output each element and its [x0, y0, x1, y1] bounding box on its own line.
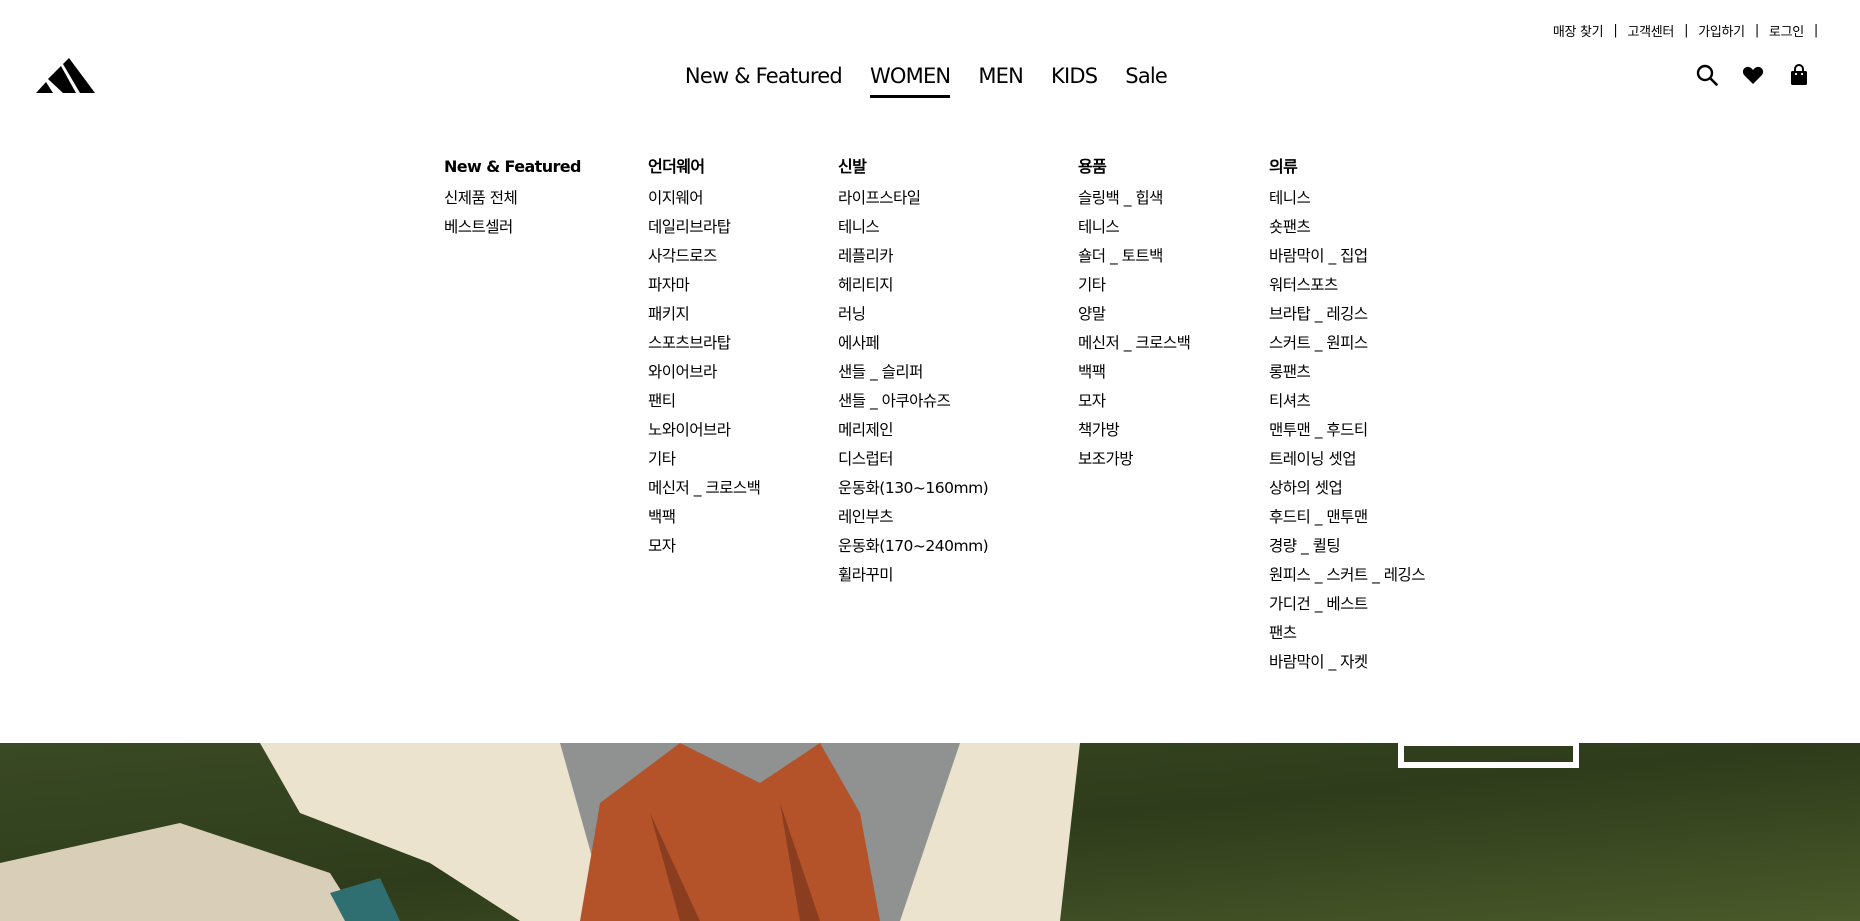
menu-item[interactable]: 러닝 [838, 300, 988, 329]
heart-icon[interactable] [1742, 64, 1764, 86]
utility-separator: | [1613, 22, 1618, 38]
utility-nav: 매장 찾기 | 고객센터 | 가입하기 | 로그인 | [1553, 20, 1818, 40]
menu-item[interactable]: 트레이닝 셋업 [1269, 445, 1425, 474]
nav-new-featured[interactable]: New & Featured [685, 60, 843, 98]
menu-item[interactable]: 패키지 [648, 300, 760, 329]
menu-item[interactable]: 슬링백 _ 힙색 [1078, 184, 1190, 213]
menu-item[interactable]: 레인부츠 [838, 503, 988, 532]
menu-item[interactable]: 가디건 _ 베스트 [1269, 590, 1425, 619]
menu-column-new-featured: New & Featured 신제품 전체 베스트셀러 [444, 155, 581, 242]
menu-item[interactable]: 휠라꾸미 [838, 561, 988, 590]
header-icons [1696, 64, 1810, 86]
menu-item[interactable]: 베스트셀러 [444, 213, 581, 242]
menu-item[interactable]: 팬츠 [1269, 619, 1425, 648]
menu-item[interactable]: 메신저 _ 크로스백 [648, 474, 761, 503]
menu-item[interactable]: 이지웨어 [648, 184, 760, 213]
menu-item[interactable]: 롱팬츠 [1269, 358, 1425, 387]
menu-column-accessories: 용품 슬링백 _ 힙색 테니스 숄더 _ 토트백 기타 양말 메신저 _ 크로스백 백팩 모자… [1078, 155, 1191, 474]
column-list: 슬링백 _ 힙색 테니스 숄더 _ 토트백 기타 양말 메신저 _ 크로스백 백팩 모자 책가방… [1078, 184, 1191, 474]
menu-item[interactable]: 메리제인 [838, 416, 988, 445]
menu-item[interactable]: 숏팬츠 [1269, 213, 1425, 242]
menu-item[interactable]: 맨투맨 _ 후드티 [1269, 416, 1425, 445]
menu-item[interactable]: 테니스 [1078, 213, 1190, 242]
menu-column-apparel: 의류 테니스 숏팬츠 바람막이 _ 집업 워터스포츠 브라탑 _ 레깅스 스커트 _ 원피… [1269, 155, 1426, 677]
menu-item[interactable]: 모자 [648, 532, 760, 561]
nav-sale[interactable]: Sale [1125, 60, 1168, 98]
menu-item[interactable]: 보조가방 [1078, 445, 1190, 474]
column-title[interactable]: 용품 [1078, 155, 1190, 184]
menu-item[interactable]: 숄더 _ 토트백 [1078, 242, 1190, 271]
menu-item[interactable]: 경량 _ 퀼팅 [1269, 532, 1425, 561]
nav-kids[interactable]: KIDS [1051, 60, 1098, 98]
menu-item[interactable]: 와이어브라 [648, 358, 760, 387]
menu-item[interactable]: 테니스 [1269, 184, 1425, 213]
menu-item[interactable]: 백팩 [1078, 358, 1190, 387]
menu-item[interactable]: 운동화(130~160mm) [838, 474, 989, 503]
menu-item[interactable]: 사각드로즈 [648, 242, 760, 271]
menu-item[interactable]: 노와이어브라 [648, 416, 760, 445]
main-nav: New & Featured WOMEN MEN KIDS Sale [0, 60, 1860, 98]
menu-item[interactable]: 라이프스타일 [838, 184, 988, 213]
utility-separator: | [1813, 22, 1818, 38]
hero-image[interactable] [0, 743, 1860, 921]
menu-item[interactable]: 에사페 [838, 329, 988, 358]
menu-item[interactable]: 원피스 _ 스커트 _ 레깅스 [1269, 561, 1426, 590]
menu-item[interactable]: 팬티 [648, 387, 760, 416]
nav-men[interactable]: MEN [978, 60, 1023, 98]
column-list: 테니스 숏팬츠 바람막이 _ 집업 워터스포츠 브라탑 _ 레깅스 스커트 _ 원피스 롱팬… [1269, 184, 1426, 677]
menu-item[interactable]: 레플리카 [838, 242, 988, 271]
menu-item[interactable]: 샌들 _ 슬리퍼 [838, 358, 988, 387]
column-list: 신제품 전체 베스트셀러 [444, 184, 581, 242]
hero-photo [0, 743, 1860, 921]
nav-women[interactable]: WOMEN [869, 60, 951, 98]
column-list: 이지웨어 데일리브라탑 사각드로즈 파자마 패키지 스포츠브라탑 와이어브라 팬티 노와이어브라… [648, 184, 761, 561]
column-title[interactable]: New & Featured [444, 155, 581, 184]
utility-separator: | [1754, 22, 1759, 38]
brand-logo[interactable] [36, 58, 96, 96]
menu-item[interactable]: 양말 [1078, 300, 1190, 329]
menu-item[interactable]: 테니스 [838, 213, 988, 242]
signup-link[interactable]: 가입하기 [1698, 21, 1745, 40]
menu-column-underwear: 언더웨어 이지웨어 데일리브라탑 사각드로즈 파자마 패키지 스포츠브라탑 와이어브라 팬티 노… [648, 155, 761, 561]
store-locator-link[interactable]: 매장 찾기 [1553, 21, 1604, 40]
menu-item[interactable]: 상하의 셋업 [1269, 474, 1425, 503]
customer-center-link[interactable]: 고객센터 [1627, 21, 1674, 40]
menu-item[interactable]: 백팩 [648, 503, 760, 532]
menu-item[interactable]: 헤리티지 [838, 271, 988, 300]
menu-item[interactable]: 메신저 _ 크로스백 [1078, 329, 1191, 358]
menu-item[interactable]: 파자마 [648, 271, 760, 300]
menu-item[interactable]: 데일리브라탑 [648, 213, 760, 242]
menu-item[interactable]: 디스럽터 [838, 445, 988, 474]
menu-item[interactable]: 바람막이 _ 자켓 [1269, 648, 1425, 677]
search-icon[interactable] [1696, 64, 1718, 86]
column-title[interactable]: 의류 [1269, 155, 1425, 184]
column-list: 라이프스타일 테니스 레플리카 헤리티지 러닝 에사페 샌들 _ 슬리퍼 샌들 _ 아쿠아슈즈… [838, 184, 989, 590]
menu-item[interactable]: 스커트 _ 원피스 [1269, 329, 1425, 358]
menu-item[interactable]: 신제품 전체 [444, 184, 581, 213]
menu-item[interactable]: 바람막이 _ 집업 [1269, 242, 1425, 271]
menu-item[interactable]: 브라탑 _ 레깅스 [1269, 300, 1425, 329]
menu-item[interactable]: 후드티 _ 맨투맨 [1269, 503, 1425, 532]
menu-item[interactable]: 모자 [1078, 387, 1190, 416]
menu-column-shoes: 신발 라이프스타일 테니스 레플리카 헤리티지 러닝 에사페 샌들 _ 슬리퍼 샌들 _ 아쿠… [838, 155, 989, 590]
menu-item[interactable]: 운동화(170~240mm) [838, 532, 989, 561]
login-link[interactable]: 로그인 [1769, 21, 1804, 40]
menu-item[interactable]: 티셔츠 [1269, 387, 1425, 416]
menu-item[interactable]: 기타 [1078, 271, 1190, 300]
menu-item[interactable]: 샌들 _ 아쿠아슈즈 [838, 387, 988, 416]
column-title[interactable]: 언더웨어 [648, 155, 760, 184]
menu-item[interactable]: 워터스포츠 [1269, 271, 1425, 300]
menu-item[interactable]: 책가방 [1078, 416, 1190, 445]
shopping-bag-icon[interactable] [1788, 64, 1810, 86]
column-title[interactable]: 신발 [838, 155, 988, 184]
mega-menu: New & Featured 신제품 전체 베스트셀러 언더웨어 이지웨어 데일리브… [0, 120, 1860, 743]
menu-item[interactable]: 스포츠브라탑 [648, 329, 760, 358]
menu-item[interactable]: 기타 [648, 445, 760, 474]
utility-separator: | [1684, 22, 1689, 38]
